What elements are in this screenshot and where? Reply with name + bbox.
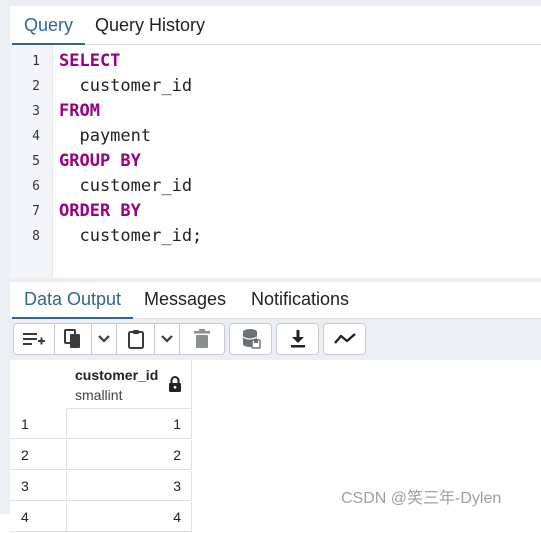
table-row[interactable]: 4 4 <box>10 502 192 533</box>
row-number[interactable]: 2 <box>10 440 67 470</box>
column-header-customer-id[interactable]: customer_id smallint <box>67 360 192 409</box>
line-number: 6 <box>32 179 40 194</box>
graph-group <box>323 323 366 355</box>
row-number[interactable]: 4 <box>10 502 67 532</box>
row-number[interactable]: 3 <box>10 471 67 501</box>
graph-visualiser-button[interactable] <box>324 324 365 354</box>
code-line: ORDER BY <box>59 201 141 221</box>
row-number[interactable]: 1 <box>10 409 67 439</box>
download-button[interactable] <box>277 324 318 354</box>
table-row[interactable]: 1 1 <box>10 409 192 440</box>
save-group <box>229 323 272 355</box>
table-cell[interactable]: 3 <box>67 471 192 501</box>
download-group <box>276 323 319 355</box>
add-row-icon <box>23 333 45 345</box>
code-line: SELECT <box>59 51 121 71</box>
paste-options-dropdown[interactable] <box>155 324 180 354</box>
tab-data-output[interactable]: Data Output <box>11 282 134 319</box>
line-number: 8 <box>32 229 40 244</box>
download-icon <box>290 330 305 348</box>
line-number: 3 <box>32 104 40 119</box>
line-number: 5 <box>32 154 40 169</box>
table-row[interactable]: 2 2 <box>10 440 192 471</box>
lock-icon <box>169 376 181 392</box>
save-data-icon <box>242 329 261 349</box>
line-number: 1 <box>32 54 40 69</box>
query-tabs: Query Query History <box>10 6 541 45</box>
table-row[interactable]: 3 3 <box>10 471 192 502</box>
paste-button[interactable] <box>117 324 155 354</box>
copy-icon <box>64 329 80 348</box>
paste-icon <box>127 330 144 349</box>
code-line: customer_id <box>59 176 193 196</box>
code-line: FROM <box>59 101 100 121</box>
edit-button-group <box>13 323 225 355</box>
delete-icon <box>194 329 210 348</box>
code-line: customer_id; <box>59 226 203 246</box>
graph-icon <box>333 333 356 344</box>
table-cell[interactable]: 2 <box>67 440 192 470</box>
line-number: 4 <box>32 129 40 144</box>
copy-options-dropdown[interactable] <box>92 324 117 354</box>
tab-query[interactable]: Query <box>11 6 86 45</box>
watermark: CSDN @笑三年-Dylen <box>341 490 502 507</box>
column-name: customer_id <box>75 367 159 383</box>
add-row-button[interactable] <box>14 324 55 354</box>
chevron-down-icon <box>161 335 173 343</box>
code-line: GROUP BY <box>59 151 141 171</box>
data-output-toolbar <box>10 319 541 361</box>
copy-button[interactable] <box>55 324 92 354</box>
code-line: customer_id <box>59 76 193 96</box>
sql-editor[interactable]: 1 2 3 4 5 6 7 8 SELECT customer_id FROM … <box>10 45 541 278</box>
table-cell[interactable]: 4 <box>67 502 192 532</box>
column-type: smallint <box>75 387 123 403</box>
tab-query-history[interactable]: Query History <box>95 6 205 44</box>
output-tabs: Data Output Messages Notifications <box>10 282 541 319</box>
tab-notifications[interactable]: Notifications <box>251 282 349 318</box>
tab-messages[interactable]: Messages <box>144 282 226 318</box>
line-number-gutter: 1 2 3 4 5 6 7 8 <box>10 45 53 278</box>
line-number: 2 <box>32 79 40 94</box>
save-data-button[interactable] <box>230 324 271 354</box>
line-number: 7 <box>32 204 40 219</box>
table-cell[interactable]: 1 <box>67 409 192 439</box>
delete-button[interactable] <box>180 324 224 354</box>
left-panel-strip <box>0 0 10 514</box>
code-line: payment <box>59 126 152 146</box>
row-number-header[interactable] <box>10 360 68 410</box>
chevron-down-icon <box>98 335 110 343</box>
